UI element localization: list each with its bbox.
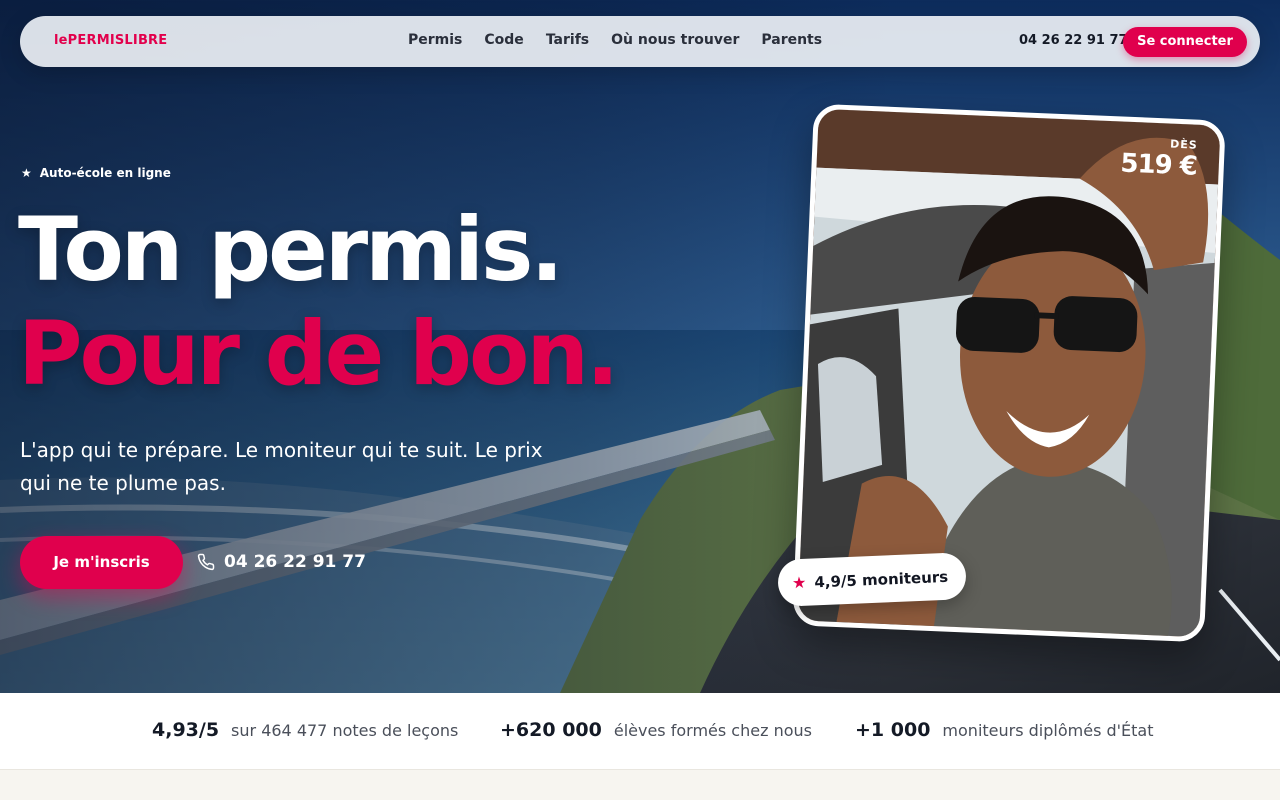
- stats-bar: 4,93/5 sur 464 477 notes de leçons +620 …: [0, 693, 1280, 770]
- next-section: [0, 770, 1280, 800]
- hero-phone-link[interactable]: 04 26 22 91 77: [197, 552, 366, 572]
- nav-link-locations[interactable]: Où nous trouver: [611, 32, 739, 48]
- brand-logo[interactable]: lePERMISLIBRE: [54, 33, 167, 48]
- nav-link-permis[interactable]: Permis: [408, 32, 462, 48]
- hero-lead-text: L'app qui te prépare. Le moniteur qui te…: [20, 438, 543, 495]
- top-navigation: lePERMISLIBRE Permis Code Tarifs Où nous…: [20, 16, 1260, 67]
- nav-phone-number[interactable]: 04 26 22 91 77: [1019, 33, 1128, 48]
- hero-phone-number: 04 26 22 91 77: [224, 552, 366, 572]
- star-icon: ★: [791, 572, 807, 593]
- hero-title-line-2: Pour de bon.: [18, 302, 619, 405]
- eyebrow-label: Auto-école en ligne: [39, 166, 171, 180]
- nav-link-code[interactable]: Code: [484, 32, 523, 48]
- rating-pill: ★ 4,9/5 moniteurs: [777, 552, 968, 607]
- stat-value: +1 000: [855, 719, 931, 741]
- stat-item-instructors: +1 000 moniteurs diplômés d'État: [855, 719, 1154, 741]
- hero-eyebrow: ★ Auto-école en ligne: [21, 166, 171, 180]
- stat-label: moniteurs diplômés d'État: [942, 721, 1154, 740]
- stat-value: +620 000: [500, 719, 602, 741]
- stat-value: 4,93/5: [152, 719, 220, 741]
- phone-icon: [197, 553, 215, 571]
- stat-item-rating: 4,93/5 sur 464 477 notes de leçons: [152, 719, 458, 741]
- star-icon: ★: [21, 166, 32, 180]
- nav-link-tarifs[interactable]: Tarifs: [546, 32, 589, 48]
- price-badge: DÈS 519 €: [1120, 136, 1198, 182]
- signup-button[interactable]: Je m'inscris: [20, 536, 183, 589]
- hero-title-line-1: Ton permis.: [18, 198, 564, 301]
- rating-text: 4,9/5 moniteurs: [814, 567, 949, 591]
- login-button[interactable]: Se connecter: [1123, 27, 1247, 57]
- price-amount: 519 €: [1119, 148, 1198, 182]
- nav-link-parents[interactable]: Parents: [761, 32, 822, 48]
- main-menu: Permis Code Tarifs Où nous trouver Paren…: [408, 32, 844, 48]
- stat-label: sur 464 477 notes de leçons: [231, 721, 459, 740]
- stat-label: élèves formés chez nous: [613, 721, 812, 740]
- stat-item-students: +620 000 élèves formés chez nous: [500, 719, 812, 741]
